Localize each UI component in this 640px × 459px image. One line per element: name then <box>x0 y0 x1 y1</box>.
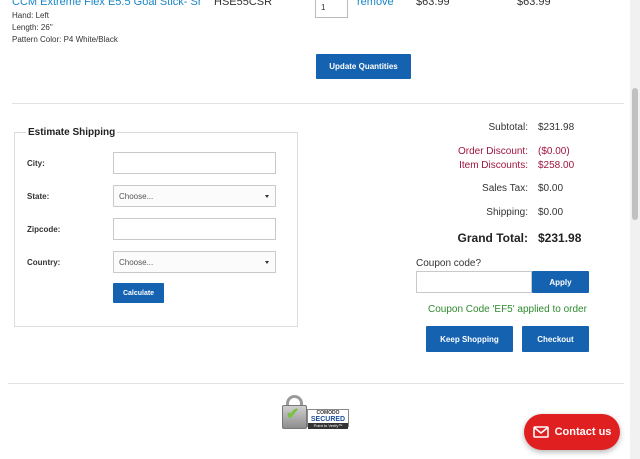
scrollbar-track[interactable] <box>630 0 640 459</box>
line-total: $63.99 <box>517 0 551 8</box>
badge-line-2: SECURED <box>310 416 346 423</box>
subtotal-label: Subtotal: <box>488 122 528 133</box>
state-select[interactable]: Choose... <box>113 185 276 207</box>
product-option-hand: Hand: Left <box>12 11 49 20</box>
state-select-value: Choose... <box>119 192 154 201</box>
country-select[interactable]: Choose... <box>113 251 276 273</box>
mail-icon <box>532 426 549 438</box>
comodo-secured-badge[interactable]: ✔ COMODO SECURED Point to Verify™ <box>282 395 350 433</box>
scrollbar-thumb[interactable] <box>632 88 638 220</box>
calculate-button[interactable]: Calculate <box>113 283 164 303</box>
order-discount-label: Order Discount: <box>457 146 528 157</box>
order-discount-value: ($0.00) <box>538 146 570 157</box>
unit-price: $63.99 <box>416 0 450 8</box>
shipping-label: Shipping: <box>486 207 528 218</box>
shipping-value: $0.00 <box>538 207 564 218</box>
section-divider <box>12 103 624 104</box>
estimate-shipping-title: Estimate Shipping <box>26 127 118 138</box>
coupon-input[interactable] <box>416 271 532 293</box>
city-label: City: <box>27 159 45 168</box>
country-label: Country: <box>27 258 61 267</box>
city-input[interactable] <box>113 152 276 174</box>
sales-tax-value: $0.00 <box>538 183 564 194</box>
product-name-link[interactable]: CCM Extreme Flex E5.5 Goal Stick- Sr <box>12 0 202 8</box>
product-option-length: Length: 26" <box>12 23 53 32</box>
coupon-label: Coupon code? <box>416 258 482 269</box>
zipcode-input[interactable] <box>113 218 276 240</box>
apply-coupon-button[interactable]: Apply <box>532 271 589 293</box>
chevron-down-icon <box>265 195 269 198</box>
chevron-down-icon <box>265 261 269 264</box>
state-label: State: <box>27 192 50 201</box>
contact-us-label: Contact us <box>554 426 612 438</box>
item-discounts-value: $258.00 <box>538 160 575 171</box>
quantity-input[interactable]: 1 <box>315 0 348 18</box>
country-select-value: Choose... <box>119 258 154 267</box>
item-discounts-label: Item Discounts: <box>459 160 528 171</box>
badge-line-3: Point to Verify™ <box>308 423 348 429</box>
grand-total-label: Grand Total: <box>457 231 528 245</box>
sales-tax-label: Sales Tax: <box>482 183 528 194</box>
contact-us-button[interactable]: Contact us <box>524 414 620 450</box>
product-option-pattern: Pattern Color: P4 White/Black <box>12 35 118 44</box>
coupon-status-message: Coupon Code 'EF5' applied to order <box>428 304 587 315</box>
subtotal-value: $231.98 <box>538 122 575 133</box>
footer-divider <box>8 383 624 384</box>
comodo-badge-text: COMODO SECURED Point to Verify™ <box>307 409 349 429</box>
checkout-button[interactable]: Checkout <box>522 326 589 352</box>
product-sku: HSE55CSR <box>214 0 273 8</box>
grand-total-value: $231.98 <box>538 231 582 245</box>
update-quantities-button[interactable]: Update Quantities <box>316 54 411 79</box>
checkmark-icon: ✔ <box>286 406 300 423</box>
zipcode-label: Zipcode: <box>27 225 61 234</box>
remove-link[interactable]: remove <box>357 0 394 8</box>
keep-shopping-button[interactable]: Keep Shopping <box>426 326 513 352</box>
